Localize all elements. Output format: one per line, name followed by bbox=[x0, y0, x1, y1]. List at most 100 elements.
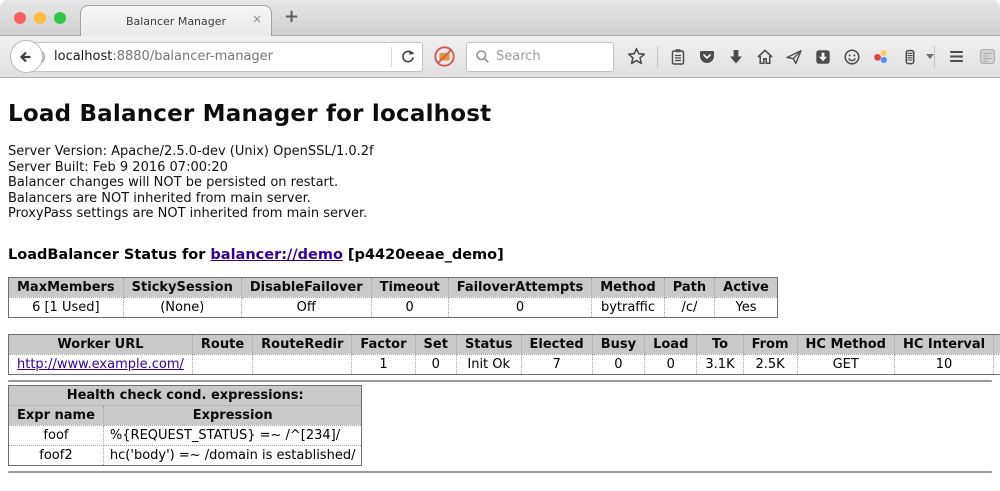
colored-dots-icon[interactable] bbox=[872, 48, 890, 66]
table-cell: foof bbox=[9, 425, 104, 445]
server-info: Server Version: Apache/2.5.0-dev (Unix) … bbox=[8, 144, 992, 222]
download-icon[interactable] bbox=[727, 48, 745, 66]
toolbar-right-cluster bbox=[934, 46, 997, 68]
server-built-line: Server Built: Feb 9 2016 07:00:20 bbox=[8, 160, 992, 176]
status-prefix: LoadBalancer Status for bbox=[8, 247, 205, 263]
flash-blocked-icon bbox=[433, 45, 456, 68]
tab-groups-icon[interactable] bbox=[978, 47, 997, 66]
url-path: :8880/balancer-manager bbox=[112, 49, 273, 64]
column-header: DisableFailover bbox=[241, 277, 371, 297]
column-header: From bbox=[743, 334, 797, 354]
column-header: FailoverAttempts bbox=[448, 277, 592, 297]
pocket-icon[interactable] bbox=[698, 48, 716, 66]
server-version-line: Server Version: Apache/2.5.0-dev (Unix) … bbox=[8, 144, 992, 160]
navigation-toolbar: localhost:8880/balancer-manager bbox=[0, 36, 1000, 78]
close-tab-icon[interactable]: × bbox=[252, 13, 262, 25]
column-header: Timeout bbox=[371, 277, 448, 297]
url-host: localhost bbox=[54, 49, 112, 64]
back-button[interactable] bbox=[10, 40, 43, 73]
table-header-row: Expr nameExpression bbox=[9, 405, 362, 425]
column-header: Elected bbox=[521, 334, 592, 354]
column-header: HC Method bbox=[797, 334, 894, 354]
proxypass-notice-line: ProxyPass settings are NOT inherited fro… bbox=[8, 206, 992, 222]
balancer-demo-link[interactable]: balancer://demo bbox=[210, 247, 343, 263]
send-icon[interactable] bbox=[785, 48, 803, 66]
loadbalancer-status-heading: LoadBalancer Status for balancer://demo … bbox=[8, 247, 992, 263]
zoom-window-button[interactable] bbox=[54, 12, 66, 24]
table-cell: (None) bbox=[123, 297, 241, 317]
table-cell: 0 bbox=[371, 297, 448, 317]
search-input[interactable] bbox=[496, 49, 605, 64]
browser-window: Balancer Manager × + localhost:8880/bala… bbox=[0, 0, 1000, 491]
url-text[interactable]: localhost:8880/balancer-manager bbox=[54, 49, 273, 64]
table-row: http://www.example.com/10Init Ok7003.1K2… bbox=[9, 354, 1000, 374]
table-cell: 1 (0) bbox=[994, 354, 1000, 374]
table-cell: 2.5K bbox=[743, 354, 797, 374]
column-header: Busy bbox=[592, 334, 644, 354]
column-header: Factor bbox=[352, 334, 415, 354]
column-header: Status bbox=[456, 334, 521, 354]
footer-divider bbox=[8, 471, 992, 473]
table-cell: Off bbox=[241, 297, 371, 317]
back-arrow-icon bbox=[18, 48, 36, 66]
clipboard-icon[interactable] bbox=[669, 48, 687, 66]
table-cell[interactable]: http://www.example.com/ bbox=[9, 354, 193, 374]
toolbar-buttons bbox=[627, 46, 934, 68]
table-header-row: MaxMembersStickySessionDisableFailoverTi… bbox=[9, 277, 778, 297]
column-header: StickySession bbox=[123, 277, 241, 297]
table-row: foof2hc('body') =~ /domain is establishe… bbox=[9, 445, 362, 465]
table-cell: foof2 bbox=[9, 445, 104, 465]
new-tab-button[interactable]: + bbox=[284, 6, 299, 27]
tab-title: Balancer Manager bbox=[126, 15, 226, 28]
plugin-blocked-button[interactable] bbox=[433, 45, 456, 68]
table-cell: bytraffic bbox=[592, 297, 664, 317]
window-controls bbox=[14, 12, 66, 24]
table-cell: GET bbox=[797, 354, 894, 374]
worker-status-table: Worker URLRouteRouteRedirFactorSetStatus… bbox=[8, 334, 1000, 375]
bookmark-star-icon[interactable] bbox=[627, 47, 646, 66]
urlbar-divider bbox=[391, 47, 392, 67]
worker-url-link[interactable]: http://www.example.com/ bbox=[17, 357, 184, 372]
toolbar-separator bbox=[934, 46, 935, 68]
reload-icon[interactable] bbox=[399, 48, 416, 65]
column-header: Worker URL bbox=[9, 334, 193, 354]
column-header: Path bbox=[664, 277, 714, 297]
column-header: Method bbox=[592, 277, 664, 297]
toolbar-separator bbox=[657, 46, 658, 68]
table-cell: 0 bbox=[448, 297, 592, 317]
table-cell bbox=[192, 354, 252, 374]
balancer-settings-table: MaxMembersStickySessionDisableFailoverTi… bbox=[8, 277, 778, 318]
table-cell: 6 [1 Used] bbox=[9, 297, 124, 317]
close-window-button[interactable] bbox=[14, 12, 26, 24]
battery-extension-icon[interactable] bbox=[901, 48, 919, 66]
column-header: Expression bbox=[103, 405, 362, 425]
column-header: RouteRedir bbox=[253, 334, 352, 354]
feedback-smiley-icon[interactable] bbox=[843, 48, 861, 66]
overflow-caret-icon[interactable] bbox=[926, 54, 934, 59]
table-cell bbox=[253, 354, 352, 374]
column-header: Set bbox=[415, 334, 456, 354]
page-title: Load Balancer Manager for localhost bbox=[8, 78, 992, 127]
table-cell: 0 bbox=[645, 354, 697, 374]
column-header: Expr name bbox=[9, 405, 104, 425]
column-header: Route bbox=[192, 334, 252, 354]
health-check-expressions-table: Health check cond. expressions:Expr name… bbox=[8, 385, 362, 466]
minimize-window-button[interactable] bbox=[34, 12, 46, 24]
column-header: Active bbox=[715, 277, 778, 297]
search-bar[interactable] bbox=[466, 42, 614, 72]
tab-bar: Balancer Manager × + bbox=[0, 0, 1000, 36]
menu-hamburger-icon[interactable] bbox=[947, 47, 966, 66]
table-title: Health check cond. expressions: bbox=[9, 385, 362, 405]
table-cell: 7 bbox=[521, 354, 592, 374]
column-header: HC Interval bbox=[894, 334, 993, 354]
table-row: foof%{REQUEST_STATUS} =~ /^[234]/ bbox=[9, 425, 362, 445]
table-row: 6 [1 Used](None)Off00bytraffic/c/Yes bbox=[9, 297, 778, 317]
balancers-notice-line: Balancers are NOT inherited from main se… bbox=[8, 191, 992, 207]
status-suffix: [p4420eeae_demo] bbox=[348, 247, 504, 263]
url-bar[interactable]: localhost:8880/balancer-manager bbox=[21, 42, 423, 72]
column-header: Load bbox=[645, 334, 697, 354]
browser-tab[interactable]: Balancer Manager × bbox=[80, 5, 272, 36]
table-cell: 10 bbox=[894, 354, 993, 374]
home-icon[interactable] bbox=[756, 48, 774, 66]
video-download-icon[interactable] bbox=[814, 48, 832, 66]
